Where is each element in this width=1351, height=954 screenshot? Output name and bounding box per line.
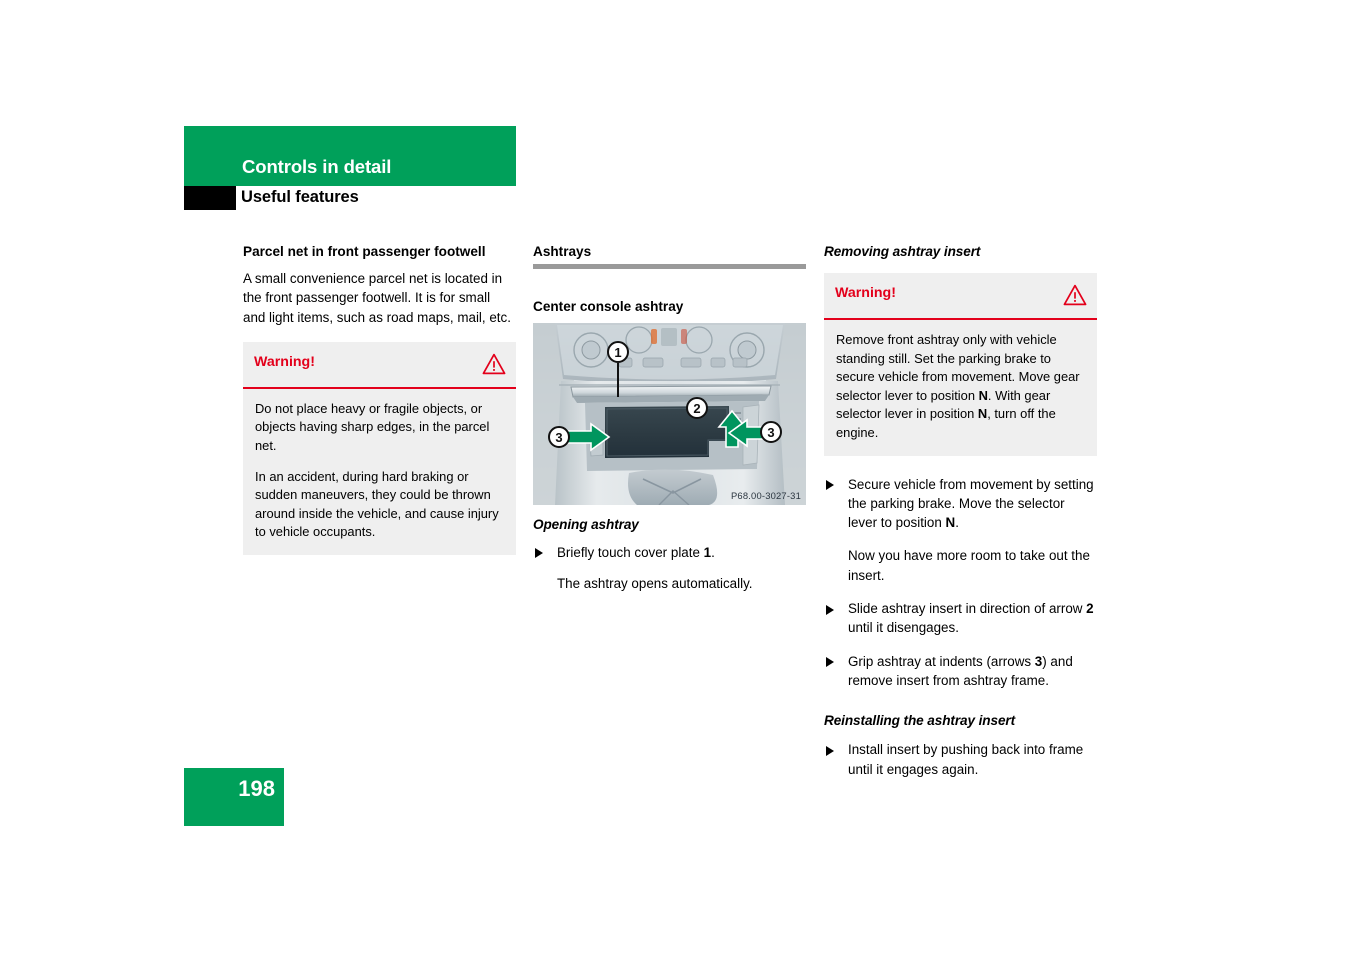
warning-triangle-icon <box>1063 284 1087 306</box>
warning-body: Remove front ashtray only with vehicle s… <box>824 320 1097 456</box>
center-console-ashtray-subheading: Center console ashtray <box>533 298 684 314</box>
chapter-title: Controls in detail <box>242 156 392 177</box>
bullet-triangle-icon <box>535 548 543 559</box>
page-number-box: 198 <box>184 768 284 826</box>
warning-label: Warning! <box>835 284 896 301</box>
bullet-triangle-icon <box>826 480 834 491</box>
bullet-triangle-icon <box>826 657 834 668</box>
reinstalling-insert-steps: Install insert by pushing back into fram… <box>824 740 1097 779</box>
warning-header: Warning! <box>824 273 1097 320</box>
figure-id-label: P68.00-3027-31 <box>730 489 801 501</box>
step-text: Install insert by pushing back into fram… <box>848 742 1084 777</box>
center-console-ashtray-illustration: AUTO A/C <box>533 322 806 505</box>
opening-ashtray-steps: Briefly touch cover plate 1. <box>533 543 806 562</box>
list-item: Secure vehicle from movement by setting … <box>824 475 1097 533</box>
parcel-net-heading: Parcel net in front passenger footwell <box>243 244 486 259</box>
callout-badge-3-left: 3 <box>548 425 570 448</box>
page-number: 198 <box>238 776 275 801</box>
bullet-triangle-icon <box>826 745 834 756</box>
list-item: Slide ashtray insert in direction of arr… <box>824 599 1097 638</box>
section-rule <box>533 263 806 269</box>
bullet-triangle-icon <box>826 604 834 615</box>
list-item: Grip ashtray at indents (arrows 3) and r… <box>824 652 1097 691</box>
list-item-continuation: Now you have more room to take out the i… <box>824 546 1097 585</box>
reinstalling-insert-heading: Reinstalling the ashtray insert <box>824 713 1016 729</box>
list-item: Install insert by pushing back into fram… <box>824 740 1097 779</box>
parcel-net-intro-text: A small convenience parcel net is locate… <box>243 270 511 325</box>
chapter-header-band: Controls in detail <box>184 126 516 186</box>
callout-badge-3-right: 3 <box>760 420 782 443</box>
manual-page: Controls in detail Useful features Parce… <box>0 0 1351 954</box>
warning-paragraph: Remove front ashtray only with vehicle s… <box>836 331 1080 440</box>
removing-insert-steps: Secure vehicle from movement by setting … <box>824 475 1097 691</box>
removing-ashtray-insert-heading: Removing ashtray insert <box>824 244 981 259</box>
step-text: Secure vehicle from movement by setting … <box>848 476 1094 531</box>
warning-header: Warning! <box>243 342 516 389</box>
callout-badge-1: 1 <box>607 340 629 363</box>
warning-box-removing-insert: Warning! Remove front ashtray only with … <box>824 272 1097 456</box>
middle-column: Ashtrays Center console ashtray 1 2 3 3 … <box>533 244 806 608</box>
list-item: Briefly touch cover plate 1. <box>533 543 806 562</box>
step-followup-text: The ashtray opens automatically. <box>557 576 753 592</box>
opening-ashtray-heading: Opening ashtray <box>533 516 639 532</box>
right-column: Removing ashtray insert Warning! Remove … <box>824 244 1097 779</box>
step-text: Now you have more room to take out the i… <box>848 548 1090 583</box>
callout-badge-2: 2 <box>686 396 708 419</box>
warning-triangle-icon <box>482 353 506 375</box>
warning-body: Do not place heavy or fragile objects, o… <box>243 389 516 555</box>
warning-box-parcel-net: Warning! Do not place heavy or fragile o… <box>243 341 516 556</box>
warning-paragraph: Do not place heavy or fragile objects, o… <box>255 400 490 454</box>
left-column: Parcel net in front passenger footwell A… <box>243 244 516 556</box>
step-text: Grip ashtray at indents (arrows 3) and r… <box>848 653 1073 688</box>
step-text: Slide ashtray insert in direction of arr… <box>848 601 1094 636</box>
step-text: Briefly touch cover plate 1. <box>557 544 715 560</box>
warning-label: Warning! <box>254 353 315 370</box>
warning-paragraph: In an accident, during hard braking or s… <box>255 468 499 540</box>
ashtrays-heading: Ashtrays <box>533 244 592 259</box>
header-black-tab <box>184 186 236 210</box>
section-title: Useful features <box>241 188 359 206</box>
